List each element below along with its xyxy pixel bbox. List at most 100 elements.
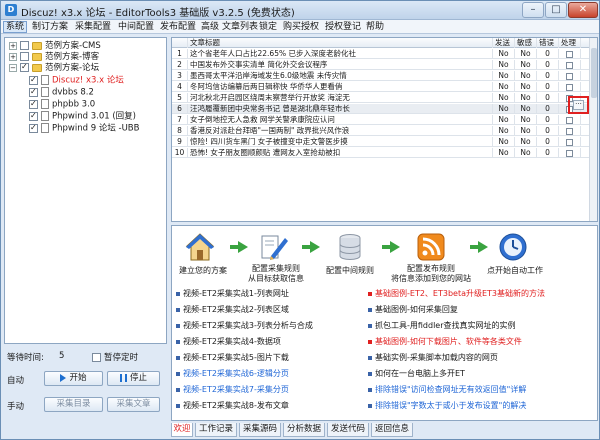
process-checkbox[interactable] [566, 116, 573, 124]
tutorial-link[interactable]: 基础图例-如何下载图片、软件等各类文件 [368, 337, 522, 347]
scrollbar-thumb[interactable] [591, 48, 597, 98]
checkbox[interactable] [92, 353, 101, 362]
table-row[interactable]: 3 墨西哥太平洋沿岸海域发生6.0级地震 未传灾情 No No 0 [172, 71, 589, 81]
table-row[interactable]: 8 香港反对派赴台拜晤"一国两制" 政界批兴风作浪 No No 0 [172, 126, 589, 136]
process-checkbox[interactable] [566, 61, 573, 69]
stop-button[interactable]: 停止 [107, 371, 160, 386]
menu-item-register[interactable]: 授权登记 [325, 21, 361, 33]
row-process[interactable] [559, 71, 581, 81]
checkbox[interactable] [29, 98, 38, 109]
minimize-button[interactable]: – [522, 2, 544, 18]
checkbox[interactable] [29, 86, 38, 97]
tree-node[interactable]: dvbbs 8.2 [29, 86, 94, 98]
tutorial-link[interactable]: 视频-ET2采集实战2-列表区域 [176, 305, 289, 315]
process-checkbox[interactable] [566, 138, 573, 146]
row-process[interactable] [559, 148, 581, 158]
menu-item-collect-config[interactable]: 采集配置 [75, 21, 111, 33]
database-icon[interactable] [335, 232, 365, 262]
checkbox[interactable] [20, 61, 29, 72]
tutorial-link[interactable]: 基础图例-如何采集回复 [368, 305, 458, 315]
tutorial-link[interactable]: 视频-ET2采集实战3-列表分析与合成 [176, 321, 313, 331]
tutorial-link[interactable]: 如何在一台电脑上多开ET [368, 369, 465, 379]
process-checkbox[interactable] [566, 72, 573, 80]
col-header-sensitive[interactable]: 敏感 [515, 38, 537, 48]
table-row[interactable]: 9 惊险! 四川货车黑门 女子被撞变中走文警医步摸 No No 0 [172, 137, 589, 147]
link-text[interactable]: 基础图例-如何下载图片、软件等各类文件 [375, 337, 522, 346]
expand-icon[interactable]: + [9, 41, 17, 50]
checkbox[interactable] [20, 41, 29, 50]
tab-work-log[interactable]: 工作记录 [195, 423, 237, 437]
table-row[interactable]: 2 中国发布外交事实清单 简化外交会议程序 No No 0 [172, 60, 589, 70]
col-header-process[interactable]: 处理 [559, 38, 581, 48]
table-row[interactable]: 1 这个省老年人口占比22.65% 已步入深度老龄化社 No No 0 [172, 49, 589, 59]
plan-tree[interactable]: + 范例方案-CMS + 范例方案-博客 − 范例方案-论坛 Discuz! x3.x… [4, 37, 167, 344]
link-text[interactable]: 视频-ET2采集实战1-列表网址 [183, 289, 289, 298]
close-button[interactable]: ✕ [568, 2, 598, 18]
highlighted-more-button[interactable]: ··· [568, 96, 589, 114]
menu-item-system[interactable]: 系统 [3, 21, 28, 33]
link-text[interactable]: 基础图例-ET2、ET3beta升级ET3基础新的方法 [375, 289, 545, 298]
tutorial-link[interactable]: 基础实例-采集脚本加载内容的网页 [368, 353, 498, 363]
menu-item-middle-config[interactable]: 中间配置 [118, 21, 154, 33]
process-checkbox[interactable] [566, 127, 573, 135]
checkbox[interactable] [29, 110, 38, 121]
tree-node[interactable]: − 范例方案-论坛 [9, 61, 99, 74]
collect-article-button[interactable]: 采集文章 [107, 397, 160, 412]
tree-node[interactable]: Phpwind 9 论坛 -UBB [29, 122, 139, 134]
checkbox[interactable] [20, 52, 29, 61]
tree-node[interactable]: Phpwind 3.01 (回复) [29, 110, 136, 122]
tab-return-info[interactable]: 返回信息 [371, 423, 413, 437]
collect-list-button[interactable]: 采集目录 [44, 397, 103, 412]
menu-item-plan[interactable]: 制订方案 [32, 21, 68, 33]
tree-node[interactable]: + 范例方案-CMS [9, 41, 101, 52]
link-text[interactable]: 视频-ET2采集实战7-采集分页 [183, 385, 289, 394]
row-process[interactable] [559, 49, 581, 59]
menu-item-article-list[interactable]: 文章列表 [222, 21, 258, 33]
menu-item-help[interactable]: 帮助 [366, 21, 384, 33]
col-header-send[interactable]: 发送 [493, 38, 515, 48]
wait-time-value[interactable]: 5 [59, 351, 64, 361]
tutorial-link[interactable]: 视频-ET2采集实战1-列表网址 [176, 289, 289, 299]
col-header-title[interactable]: 文章标题 [188, 38, 493, 48]
collapse-icon[interactable]: − [9, 63, 17, 72]
menu-item-advanced[interactable]: 高级 [201, 21, 219, 33]
col-header-error[interactable]: 错误 [537, 38, 559, 48]
row-process[interactable] [559, 60, 581, 70]
link-text[interactable]: 视频-ET2采集实战4-数据项 [183, 337, 281, 346]
start-button[interactable]: 开始 [44, 371, 103, 386]
tab-welcome[interactable]: 欢迎 [171, 423, 193, 437]
menu-item-publish-config[interactable]: 发布配置 [160, 21, 196, 33]
tutorial-link[interactable]: 视频-ET2采集实战7-采集分页 [176, 385, 289, 395]
link-text[interactable]: 视频-ET2采集实战8-发布文章 [183, 401, 289, 410]
row-process[interactable] [559, 137, 581, 147]
row-process[interactable] [559, 82, 581, 92]
tree-node[interactable]: Discuz! x3.x 论坛 [29, 74, 124, 86]
table-row[interactable]: 7 女子倒地控无人急救 网学关警承康院应认问 No No 0 [172, 115, 589, 125]
row-process[interactable] [559, 126, 581, 136]
tab-send-code[interactable]: 发送代码 [327, 423, 369, 437]
rss-icon[interactable] [416, 232, 446, 262]
tab-analysis-data[interactable]: 分析数据 [283, 423, 325, 437]
link-text[interactable]: 视频-ET2采集实战3-列表分析与合成 [183, 321, 313, 330]
link-text[interactable]: 抓包工具-用fiddler查找真实网址的实例 [375, 321, 516, 330]
row-process[interactable] [559, 115, 581, 125]
link-text[interactable]: 基础图例-如何采集回复 [375, 305, 458, 314]
pen-icon[interactable] [259, 232, 289, 262]
process-checkbox[interactable] [566, 50, 573, 58]
table-row[interactable]: 5 河北秋北开启园区绕周末察营举行开放奖 海淀无 No No 0 [172, 93, 589, 103]
ellipsis-icon[interactable]: ··· [573, 100, 584, 110]
tutorial-link[interactable]: 视频-ET2采集实战6-逻辑分页 [176, 369, 289, 379]
grid-scrollbar[interactable] [589, 38, 597, 221]
article-grid[interactable]: 文章标题 发送 敏感 错误 处理 1 这个省老年人口占比22.65% 已步入深度… [171, 37, 598, 222]
expand-icon[interactable]: + [9, 52, 17, 61]
title-bar[interactable]: D Discuz! x3.x 论坛 - EditorTools3 基础版 v3.… [1, 1, 599, 20]
checkbox[interactable] [29, 74, 38, 85]
tab-collect-source[interactable]: 采集源码 [239, 423, 281, 437]
home-icon[interactable] [185, 232, 215, 262]
link-text[interactable]: 排除错误"访问检查网址无有效返回值"详解 [375, 385, 526, 394]
menu-item-lock[interactable]: 锁定 [259, 21, 277, 33]
process-checkbox[interactable] [566, 83, 573, 91]
table-row-selected[interactable]: 6 汪鸿履覆新团中央常务书记 曾是湖北鼎年轻市长 No No 0 [172, 104, 589, 114]
maximize-button[interactable]: □ [545, 2, 567, 18]
tutorial-link[interactable]: 排除错误"访问检查网址无有效返回值"详解 [368, 385, 526, 395]
